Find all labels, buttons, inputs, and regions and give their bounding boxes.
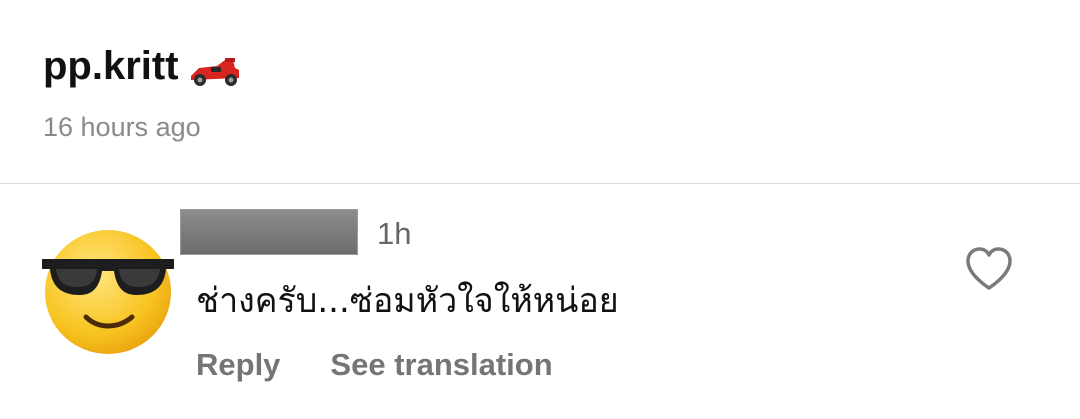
comment-text: ช่างครับ...ซ่อมหัวใจให้หน่อย (196, 281, 619, 321)
sunglasses-smiley-icon[interactable] (40, 225, 176, 357)
comment-timestamp: 1h (377, 216, 412, 251)
comment-actions: Reply See translation (196, 345, 553, 385)
post-author-name[interactable]: pp.kritt (43, 40, 179, 92)
post-header: pp.kritt (43, 40, 241, 92)
race-car-icon (190, 58, 239, 86)
post-author-row: pp.kritt (43, 40, 241, 92)
divider (0, 183, 1080, 184)
see-translation-button[interactable]: See translation (330, 345, 552, 385)
post-timestamp: 16 hours ago (43, 112, 201, 142)
reply-button[interactable]: Reply (196, 345, 280, 385)
comment-username-redacted[interactable] (180, 209, 358, 255)
comments-screen: pp.kritt 16 hours ago 1h ช่างครับ...ซ่อม… (0, 0, 1080, 419)
heart-outline-icon[interactable] (964, 245, 1014, 293)
